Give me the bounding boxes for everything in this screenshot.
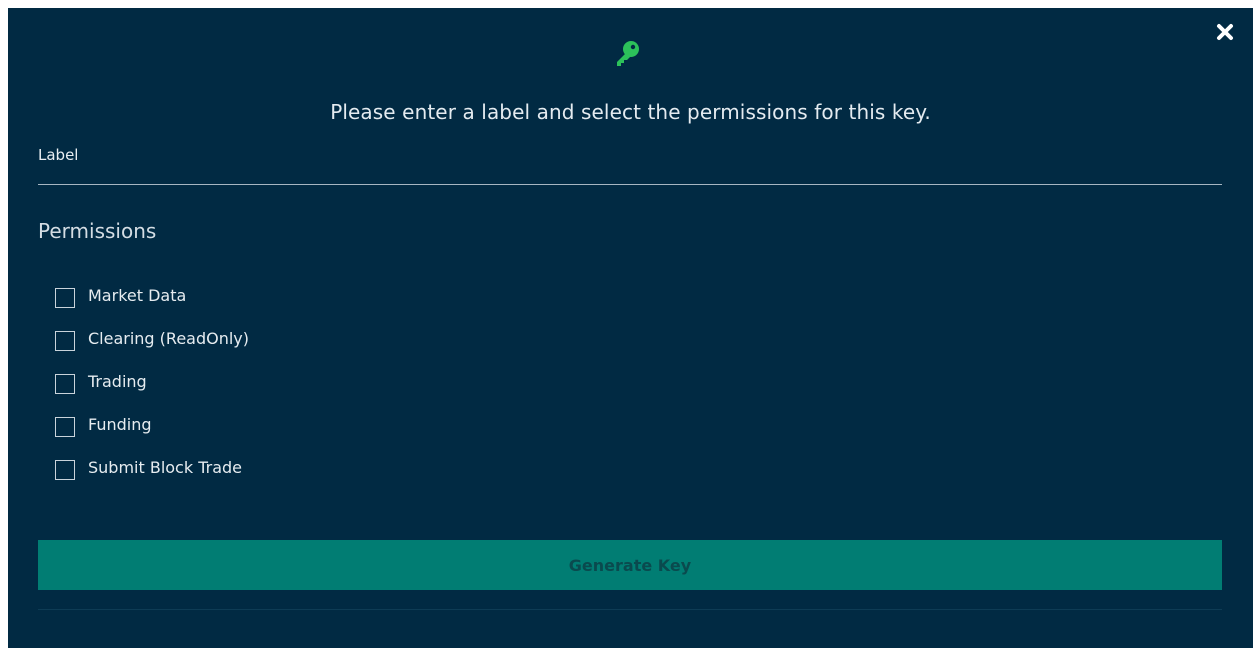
trading-checkbox[interactable]	[55, 374, 75, 394]
dialog-prompt: Please enter a label and select the perm…	[330, 100, 931, 124]
permission-clearing-readonly[interactable]: Clearing (ReadOnly)	[55, 328, 249, 371]
permission-label[interactable]: Funding	[88, 414, 152, 436]
key-icon	[612, 38, 644, 68]
submit-block-trade-checkbox[interactable]	[55, 460, 75, 480]
permissions-list: Market Data Clearing (ReadOnly) Trading …	[55, 285, 249, 500]
generate-key-button[interactable]: Generate Key	[38, 540, 1222, 590]
permission-funding[interactable]: Funding	[55, 414, 249, 457]
permission-label[interactable]: Market Data	[88, 285, 186, 307]
close-button[interactable]	[1215, 22, 1235, 42]
permissions-heading: Permissions	[38, 219, 157, 243]
permission-submit-block-trade[interactable]: Submit Block Trade	[55, 457, 249, 500]
footer-divider	[38, 609, 1222, 610]
generate-key-dialog: Please enter a label and select the perm…	[8, 8, 1253, 648]
label-input[interactable]	[38, 140, 1222, 185]
permission-label[interactable]: Clearing (ReadOnly)	[88, 328, 249, 350]
clearing-readonly-checkbox[interactable]	[55, 331, 75, 351]
market-data-checkbox[interactable]	[55, 288, 75, 308]
close-icon[interactable]	[1215, 22, 1235, 42]
funding-checkbox[interactable]	[55, 417, 75, 437]
permission-label[interactable]: Trading	[88, 371, 147, 393]
permission-market-data[interactable]: Market Data	[55, 285, 249, 328]
permission-trading[interactable]: Trading	[55, 371, 249, 414]
label-field[interactable]: Label	[38, 140, 1222, 186]
permission-label[interactable]: Submit Block Trade	[88, 457, 242, 479]
